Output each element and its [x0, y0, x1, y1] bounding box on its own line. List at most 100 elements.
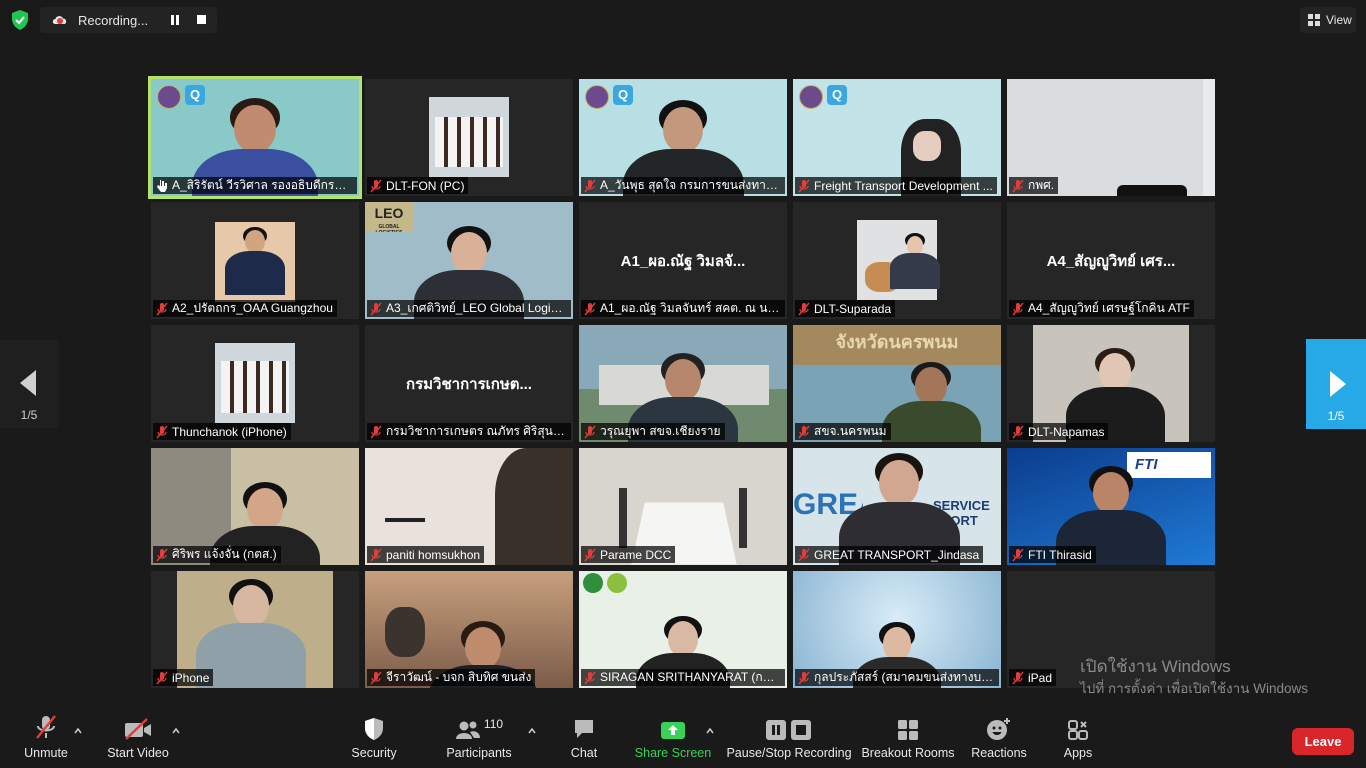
participant-tile[interactable]: วรุณยุพา สขจ.เชียงราย [579, 325, 787, 442]
participant-name: paniti homsukhon [386, 547, 481, 562]
participant-tile[interactable]: DLT-FON (PC) [365, 79, 573, 196]
participant-tile[interactable]: Q A_วันพุธ สุดใจ กรมการขนส่งทางบก [579, 79, 787, 196]
participant-name-label: iPhone [153, 669, 214, 686]
apps-button[interactable]: Apps [1060, 709, 1096, 768]
participant-tile[interactable]: DLT-Napamas [1007, 325, 1215, 442]
participant-name-label: กุลประภัสสร์ (สมาคมขนส่งทางบกนา... [795, 669, 999, 686]
microphone-muted-icon [1012, 671, 1024, 684]
participant-name: iPhone [172, 670, 210, 685]
breakout-rooms-icon [898, 720, 918, 740]
participant-name-label: A3_เกศติวิทย์_LEO Global Logist... [367, 300, 571, 317]
stop-recording-button[interactable] [193, 11, 211, 29]
share-screen-button[interactable]: Share Screen [634, 709, 712, 768]
participant-tile[interactable]: Q Freight Transport Development ... [793, 79, 1001, 196]
participant-name-large: A4_สัญญูวิทย์ เศร... [1046, 252, 1176, 270]
participant-tile[interactable]: FTI FTI Thirasid [1007, 448, 1215, 565]
participant-name-label: สขจ.นครพนม [795, 423, 891, 440]
participant-tile[interactable]: A1_ผอ.ณัฐ วิมลจั... A1_ผอ.ณัฐ วิมลจันทร์ … [579, 202, 787, 319]
pause-stop-recording-button[interactable]: Pause/Stop Recording [726, 709, 852, 768]
share-screen-label: Share Screen [634, 746, 712, 760]
microphone-muted-icon [798, 302, 810, 315]
participant-name: SIRAGAN SRITHANYARAT (กรม... [600, 670, 781, 684]
participant-tile[interactable]: A4_สัญญูวิทย์ เศร... A4_สัญญูวิทย์ เศรษฐ์… [1007, 202, 1215, 319]
microphone-muted-icon [156, 425, 168, 438]
start-video-button[interactable]: Start Video [104, 709, 172, 768]
participant-name: A4_สัญญูวิทย์ เศรษฐ์โกคิน ATF [1028, 301, 1190, 315]
participant-tile[interactable]: กรมวิชาการเกษต... กรมวิชาการเกษตร ณภัทร ศ… [365, 325, 573, 442]
view-button[interactable]: View [1300, 7, 1356, 33]
participant-name-label: FTI Thirasid [1009, 546, 1096, 563]
participant-name-label: A_สิริรัตน์ วีรวิศาล รองอธิบดีกรมการ... [153, 177, 357, 194]
security-shield-icon[interactable] [9, 9, 31, 31]
next-page-button[interactable]: 1/5 [1306, 339, 1366, 429]
share-options-caret-icon[interactable] [706, 727, 714, 735]
microphone-muted-icon [156, 671, 168, 684]
pause-recording-button[interactable] [166, 11, 184, 29]
participant-tile[interactable]: จังหวัดนครพนมสขจ.นครพนม [793, 325, 1001, 442]
chat-button[interactable]: Chat [566, 709, 602, 768]
participant-name-large: กรมวิชาการเกษต... [406, 375, 532, 393]
participant-name: สขจ.นครพนม [814, 424, 887, 438]
previous-page-button[interactable]: 1/5 [0, 340, 58, 428]
participant-tile[interactable]: paniti homsukhon [365, 448, 573, 565]
ministry-logo [157, 85, 181, 109]
start-video-label: Start Video [107, 746, 169, 760]
audio-options-caret-icon[interactable] [74, 727, 82, 735]
breakout-rooms-button[interactable]: Breakout Rooms [861, 709, 955, 768]
microphone-muted-icon [156, 302, 168, 315]
leave-button[interactable]: Leave [1292, 728, 1354, 755]
participant-tile[interactable]: SIRAGAN SRITHANYARAT (กรม... [579, 571, 787, 688]
share-screen-icon [661, 722, 685, 739]
page-indicator-right: 1/5 [1327, 409, 1345, 423]
participant-tile[interactable]: iPhone [151, 571, 359, 688]
participant-name-label: iPad [1009, 669, 1057, 686]
pause-stop-icon [766, 720, 811, 740]
participant-name: GREAT TRANSPORT_Jindasa [814, 547, 980, 562]
participants-icon [455, 721, 480, 739]
participant-name-large: A1_ผอ.ณัฐ วิมลจั... [620, 252, 746, 270]
participant-name: A3_เกศติวิทย์_LEO Global Logist... [386, 301, 567, 315]
security-button[interactable]: Security [348, 709, 400, 768]
video-options-caret-icon[interactable] [172, 727, 180, 735]
meeting-toolbar: Unmute Start Video Security 110 Particip… [0, 709, 1366, 768]
participant-name-label: Thunchanok (iPhone) [153, 423, 291, 440]
reactions-label: Reactions [971, 746, 1027, 760]
speaking-hand-icon [157, 179, 167, 192]
participant-name: จีราวัฒน์ - บจก สิบทิศ ขนส่ง [386, 670, 532, 684]
participant-tile[interactable]: Q A_สิริรัตน์ วีรวิศาล รองอธิบดีกรมการ... [148, 76, 362, 199]
participants-label: Participants [446, 746, 512, 760]
participant-tile[interactable]: LEOGLOBAL LOGISTICS A3_เกศติวิทย์_LEO Glo… [365, 202, 573, 319]
participant-tile[interactable]: กพศ. [1007, 79, 1215, 196]
participant-name-label: DLT-FON (PC) [367, 177, 469, 194]
view-label: View [1326, 13, 1352, 27]
windows-activation-title: เปิดใช้งาน Windows [1080, 657, 1231, 676]
participant-tile[interactable]: A2_ปรัตถกร_OAA Guangzhou [151, 202, 359, 319]
participant-name: A_สิริรัตน์ วีรวิศาล รองอธิบดีกรมการ... [172, 178, 353, 192]
participant-name-label: A2_ปรัตถกร_OAA Guangzhou [153, 300, 337, 317]
participant-tile[interactable]: ศิริพร แจ้งจั่น (กตส.) [151, 448, 359, 565]
participant-name: วรุณยุพา สขจ.เชียงราย [600, 424, 721, 438]
participants-options-caret-icon[interactable] [528, 727, 536, 735]
participant-name: DLT-Suparada [814, 301, 892, 316]
microphone-muted-icon [370, 425, 382, 438]
participant-tile[interactable]: GREATSERVICESPORTGREAT TRANSPORT_Jindasa [793, 448, 1001, 565]
unmute-button[interactable]: Unmute [18, 709, 74, 768]
province-sign: จังหวัดนครพนม [793, 325, 1001, 365]
microphone-muted-icon [798, 425, 810, 438]
participant-tile[interactable]: Thunchanok (iPhone) [151, 325, 359, 442]
participant-tile[interactable]: กุลประภัสสร์ (สมาคมขนส่งทางบกนา... [793, 571, 1001, 688]
participant-name-label: A4_สัญญูวิทย์ เศรษฐ์โกคิน ATF [1009, 300, 1194, 317]
participant-tile[interactable]: จีราวัฒน์ - บจก สิบทิศ ขนส่ง [365, 571, 573, 688]
apps-icon [1068, 720, 1088, 740]
participant-tile[interactable]: DLT-Suparada [793, 202, 1001, 319]
microphone-muted-icon [1012, 425, 1024, 438]
participant-name: ศิริพร แจ้งจั่น (กตส.) [172, 547, 277, 561]
reactions-button[interactable]: Reactions [970, 709, 1028, 768]
participants-button[interactable]: 110 Participants [446, 709, 512, 768]
microphone-muted-icon [370, 302, 382, 315]
participant-tile[interactable]: Parame DCC [579, 448, 787, 565]
recording-cloud-icon [52, 16, 67, 24]
security-icon [365, 718, 383, 740]
ministry-logo [799, 85, 823, 109]
camera-off-icon [125, 718, 151, 740]
